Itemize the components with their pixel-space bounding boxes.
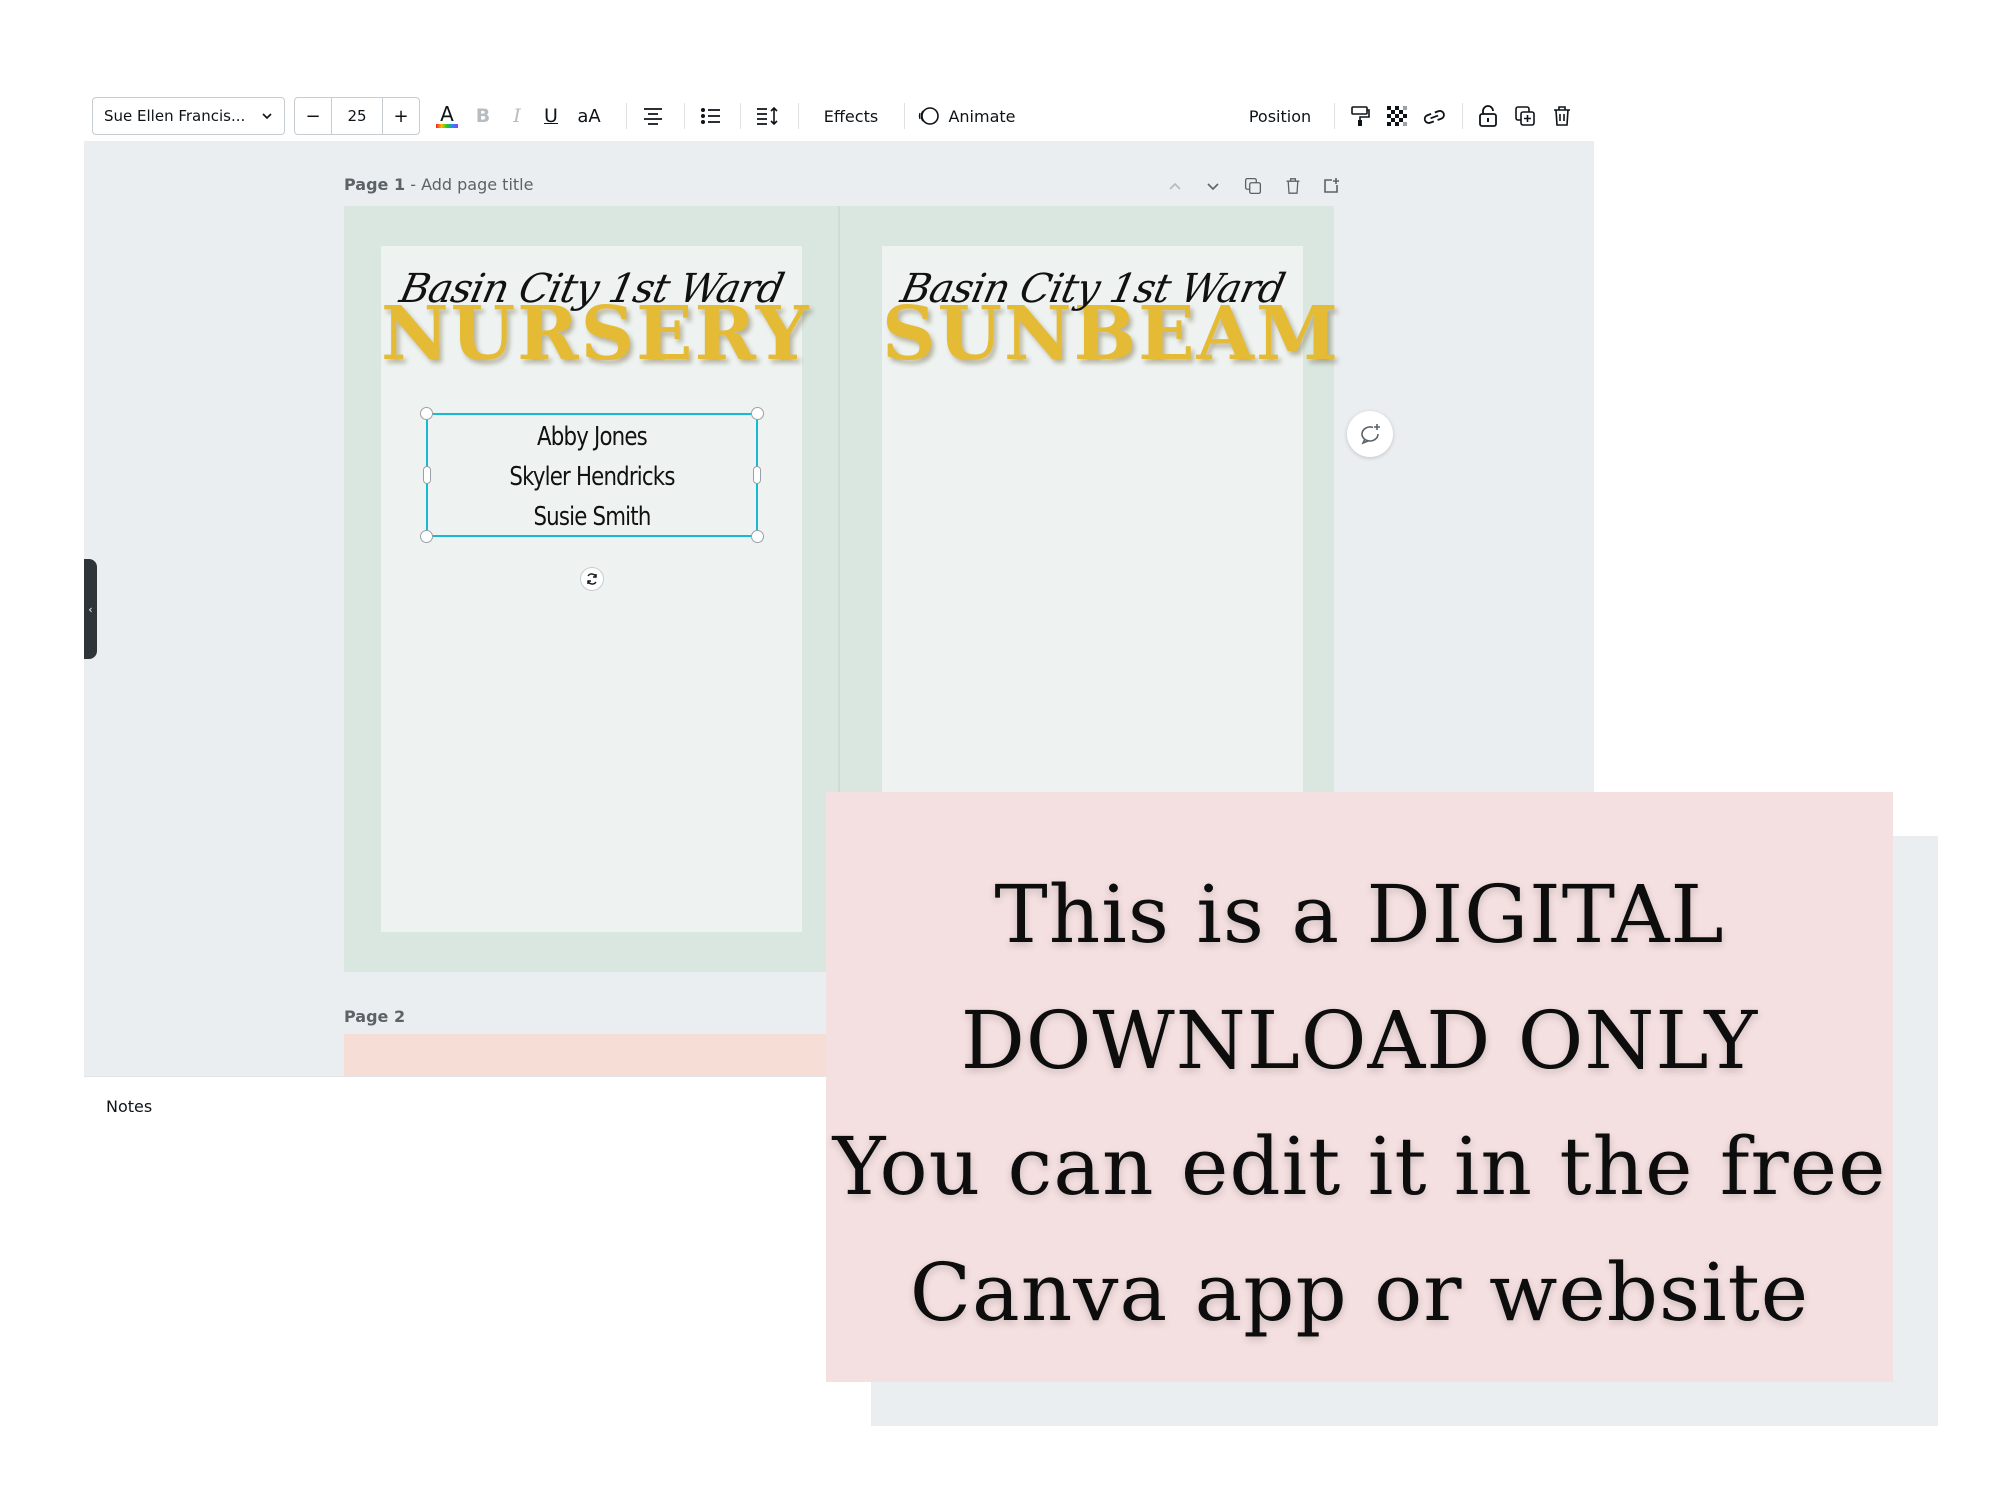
- resize-handle[interactable]: [423, 466, 431, 484]
- animate-label: Animate: [948, 106, 1016, 126]
- toolbar-divider: [684, 103, 685, 129]
- banner-line: Canva app or website: [909, 1246, 1810, 1339]
- link-button[interactable]: [1419, 97, 1449, 135]
- resize-handle[interactable]: [753, 466, 761, 484]
- digital-download-banner: This is a DIGITAL DOWNLOAD ONLY You can …: [826, 792, 1893, 1382]
- font-size-decrease-button[interactable]: −: [295, 98, 331, 134]
- bold-button[interactable]: B: [470, 97, 496, 135]
- line-spacing-icon: [757, 106, 778, 126]
- banner-text: This is a DIGITAL DOWNLOAD ONLY You can …: [826, 852, 1893, 1356]
- toolbar-divider: [904, 103, 905, 129]
- resize-handle[interactable]: [420, 530, 433, 543]
- font-size-increase-button[interactable]: +: [383, 98, 419, 134]
- bullet-list-icon: [701, 108, 720, 124]
- resize-handle[interactable]: [420, 407, 433, 420]
- add-page-icon: [1324, 178, 1339, 193]
- banner-line: You can edit it in the free: [832, 1120, 1887, 1213]
- italic-button[interactable]: I: [504, 97, 530, 135]
- text-color-button[interactable]: A: [432, 97, 462, 135]
- letter-case-button[interactable]: aA: [572, 97, 606, 135]
- lock-button[interactable]: [1473, 97, 1503, 135]
- underline-button[interactable]: U: [538, 97, 564, 135]
- trash-icon: [1286, 178, 1300, 194]
- sunbeam-card[interactable]: SUNBEAM Basin City 1st Ward: [882, 246, 1338, 846]
- link-icon: [1423, 110, 1445, 124]
- move-page-down-button[interactable]: [1202, 175, 1224, 197]
- page-1-label: Page 1: [344, 175, 406, 194]
- chevron-down-icon: [262, 113, 272, 120]
- card-subtitle[interactable]: Basin City 1st Ward: [877, 264, 1309, 314]
- page-title-input[interactable]: - Add page title: [410, 175, 533, 194]
- rotate-icon: [587, 573, 597, 585]
- add-comment-button[interactable]: [1347, 411, 1393, 457]
- align-center-button[interactable]: [636, 97, 670, 135]
- banner-line: DOWNLOAD ONLY: [960, 994, 1759, 1087]
- toolbar-divider: [798, 103, 799, 129]
- move-page-up-button[interactable]: [1164, 175, 1186, 197]
- align-center-icon: [644, 108, 662, 125]
- transparency-icon: [1387, 106, 1407, 126]
- font-size-input[interactable]: 25: [331, 98, 383, 134]
- delete-button[interactable]: [1547, 97, 1577, 135]
- toolbar-divider: [740, 103, 741, 129]
- text-toolbar: Sue Ellen Francis... − 25 + A B I U aA E…: [92, 97, 1592, 135]
- lock-icon: [1479, 105, 1497, 127]
- duplicate-page-button[interactable]: [1242, 175, 1264, 197]
- card-subtitle[interactable]: Basin City 1st Ward: [376, 264, 808, 314]
- text-color-icon: A: [440, 102, 454, 126]
- font-size-stepper: − 25 +: [294, 97, 420, 135]
- font-family-select[interactable]: Sue Ellen Francis...: [92, 97, 285, 135]
- duplicate-icon: [1515, 106, 1535, 126]
- chevron-up-icon: [1169, 182, 1181, 190]
- selected-text-box[interactable]: Abby Jones Skyler Hendricks Susie Smith: [420, 407, 764, 543]
- color-bar: [436, 124, 458, 128]
- chevron-down-icon: [1207, 183, 1219, 191]
- page-2-label: Page 2: [344, 1007, 406, 1026]
- name-line: Abby Jones: [537, 422, 648, 452]
- copy-style-button[interactable]: [1345, 97, 1375, 135]
- position-button[interactable]: Position: [1240, 97, 1320, 135]
- font-family-value: Sue Ellen Francis...: [104, 107, 246, 125]
- add-page-button[interactable]: [1320, 175, 1342, 197]
- names-list: Abby Jones Skyler Hendricks Susie Smith: [428, 417, 756, 537]
- name-line: Skyler Hendricks: [509, 462, 675, 492]
- delete-page-button[interactable]: [1282, 175, 1304, 197]
- paint-format-icon: [1351, 106, 1370, 126]
- duplicate-icon: [1244, 177, 1262, 195]
- resize-handle[interactable]: [751, 530, 764, 543]
- bullet-list-button[interactable]: [694, 97, 728, 135]
- toolbar-divider: [626, 103, 627, 129]
- line-spacing-button[interactable]: [750, 97, 784, 135]
- sidebar-collapse-toggle[interactable]: ‹: [84, 559, 97, 659]
- resize-handle[interactable]: [751, 407, 764, 420]
- transparency-button[interactable]: [1382, 97, 1412, 135]
- page-1-header: Page 1 - Add page title: [344, 175, 533, 194]
- duplicate-button[interactable]: [1510, 97, 1540, 135]
- effects-button[interactable]: Effects: [806, 97, 896, 135]
- animate-icon: [919, 107, 940, 125]
- toolbar-divider: [1462, 103, 1463, 129]
- add-comment-icon: [1361, 424, 1380, 445]
- banner-line: This is a DIGITAL: [994, 868, 1725, 961]
- rotate-handle[interactable]: [580, 567, 604, 591]
- animate-button[interactable]: Animate: [912, 97, 1022, 135]
- trash-icon: [1554, 106, 1570, 126]
- notes-button[interactable]: Notes: [106, 1097, 152, 1116]
- name-line: Susie Smith: [533, 502, 651, 532]
- toolbar-divider: [1334, 103, 1335, 129]
